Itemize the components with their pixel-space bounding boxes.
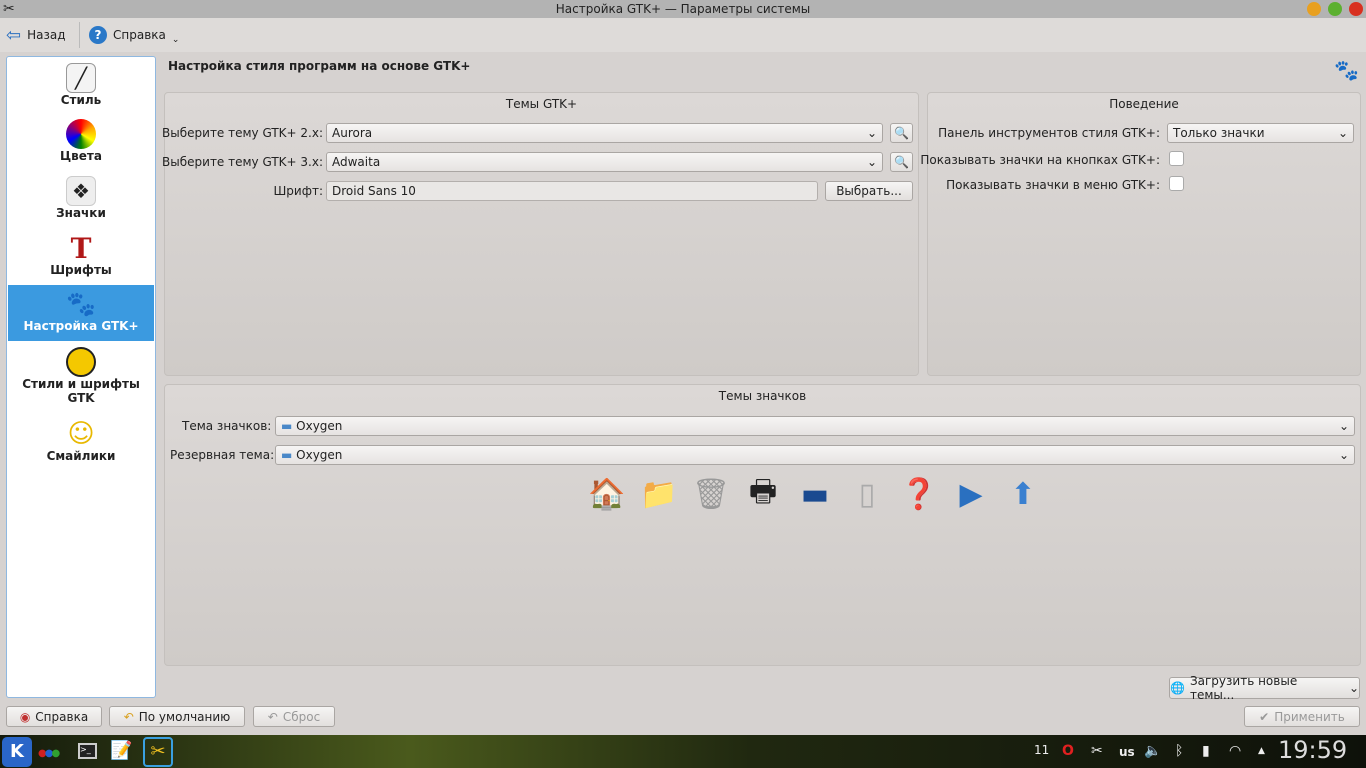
apply-button[interactable]: ✔ Применить [1244,706,1360,727]
gtk3-label: Выберите тему GTK+ 3.x: [162,155,323,169]
chevron-down-icon: ⌄ [866,126,877,140]
download-themes-button[interactable]: 🌐 Загрузить новые темы... ⌄ [1169,674,1360,702]
app-icon: ✂ [3,1,15,17]
text-editor-icon[interactable]: 📝 [110,740,132,761]
updates-icon[interactable]: 11 [1034,743,1049,757]
button-icons-checkbox[interactable] [1169,151,1184,166]
close-button[interactable] [1349,2,1363,16]
chevron-down-icon: ⌄ [1337,126,1348,140]
help-button[interactable]: ◉ Справка [6,706,102,727]
terminal-icon[interactable]: >_ [78,743,97,759]
folder-icon: ▬ [281,448,297,462]
icons-icon: ❖ [66,176,96,206]
trash-icon: 🗑 [691,476,731,512]
title-bar: ✂ Настройка GTK+ — Параметры системы [0,0,1366,18]
chevron-down-icon: ⌄ [866,155,877,169]
globe-icon: 🌐 [1170,681,1185,695]
font-label: Шрифт: [273,184,323,198]
taskbar: K ●●● >_ 📝 ✂ 11 O ✂ us 🔈 ᛒ ▮ ◠ ▲ 19:59 [0,735,1366,768]
gtk2-label: Выберите тему GTK+ 2.x: [162,126,323,140]
menu-icons-checkbox[interactable] [1169,176,1184,191]
help-icon: ◉ [19,709,31,724]
up-arrow-icon: ⬆ [1010,476,1036,512]
gtk-themes-group: Темы GTK+ Выберите тему GTK+ 2.x: Aurora… [162,92,919,376]
chevron-down-icon: ⌄ [1348,681,1359,695]
window-title: Настройка GTK+ — Параметры системы [555,2,811,16]
chevron-down-icon: ⌄ [1338,419,1349,433]
help-icon: ❓ [900,476,938,512]
kde-menu-icon[interactable]: K [2,737,32,767]
back-button[interactable]: ⇦ Назад [6,24,66,46]
maximize-button[interactable] [1328,2,1342,16]
gtk3-preview-button[interactable]: 🔍 [890,152,913,172]
toolbar-style-select[interactable]: Только значки ⌄ [1167,123,1354,143]
sidebar-item-style[interactable]: ╱ Стиль [8,63,154,107]
sidebar-item-gtk-styles[interactable]: Стили и шрифты GTK [8,347,154,405]
clock[interactable]: 19:59 [1278,736,1347,764]
volume-icon[interactable]: 🔈 [1144,743,1161,759]
help-menu-button[interactable]: ? Справка ⌄ [89,24,179,46]
undo-icon: ↶ [123,709,134,724]
computer-icon: ▯ [858,476,876,512]
smiley-icon: ☺ [67,419,95,449]
back-arrow-icon: ⇦ [6,24,22,46]
klipper-scissors-icon[interactable]: ✂ [1091,743,1103,759]
opera-icon[interactable]: O [1062,743,1074,759]
sidebar: ╱ Стиль Цвета ❖ Значки T Шрифты 🐾 Настройка … [6,56,156,698]
reset-icon: ↶ [267,709,278,724]
sidebar-item-icons[interactable]: ❖ Значки [8,176,154,220]
fallback-theme-label: Резервная тема: [170,448,275,462]
magnifier-icon: 🔍 [894,126,909,140]
minimize-button[interactable] [1307,2,1321,16]
wifi-icon[interactable]: ◠ [1229,743,1241,759]
drive-icon: ▬ [800,476,830,512]
sidebar-item-colors[interactable]: Цвета [8,119,154,163]
folder-icon: 📁 [640,476,678,512]
behavior-group: Поведение Панель инструментов стиля GTK+… [920,92,1361,376]
sidebar-item-smileys[interactable]: ☺ Смайлики [8,419,154,463]
gtk2-preview-button[interactable]: 🔍 [890,123,913,143]
style-icon: ╱ [66,63,96,93]
keyboard-layout[interactable]: us [1119,745,1135,759]
system-settings-task[interactable]: ✂ [143,737,173,767]
button-icons-label: Показывать значки на кнопках GTK+: [920,153,1160,167]
fonts-icon: T [70,231,92,265]
toolbar: ⇦ Назад ? Справка ⌄ [0,18,1366,52]
gtk3-theme-select[interactable]: Adwaita ⌄ [326,152,883,172]
defaults-button[interactable]: ↶ По умолчанию [109,706,245,727]
gtk-logo-icon: 🐾 [1334,58,1359,82]
menu-icons-label: Показывать значки в меню GTK+: [946,178,1160,192]
font-field[interactable]: Droid Sans 10 [326,181,818,201]
media-play-icon: ▶ [959,476,983,512]
bluetooth-icon[interactable]: ᛒ [1175,743,1183,759]
sidebar-item-gtk[interactable]: 🐾 Настройка GTK+ [8,285,154,341]
reset-button[interactable]: ↶ Сброс [253,706,335,727]
icon-themes-group: Темы значков Тема значков: ▬ Oxygen ⌄ Рез… [164,384,1361,666]
activities-icon[interactable]: ●●● [38,748,60,759]
folder-icon: ▬ [281,419,297,433]
fallback-theme-select[interactable]: ▬ Oxygen ⌄ [275,445,1355,465]
tray-expand-icon[interactable]: ▲ [1258,746,1265,756]
home-folder-icon: 🏠 [588,476,626,512]
gtk-styles-icon [66,347,96,377]
colors-icon [66,119,96,149]
gtk2-theme-select[interactable]: Aurora ⌄ [326,123,883,143]
chevron-down-icon: ⌄ [171,35,180,45]
gtk-icon: 🐾 [66,290,96,318]
help-icon: ? [89,26,107,44]
toolbar-style-label: Панель инструментов стиля GTK+: [938,126,1160,140]
magnifier-icon: 🔍 [894,155,909,169]
checkmark-icon: ✔ [1259,709,1270,724]
printer-icon: 🖶 [748,473,778,509]
choose-font-button[interactable]: Выбрать... [825,181,913,201]
chevron-down-icon: ⌄ [1338,448,1349,462]
icon-theme-label: Тема значков: [182,419,272,433]
separator [79,22,80,48]
battery-icon[interactable]: ▮ [1202,743,1210,759]
icon-theme-select[interactable]: ▬ Oxygen ⌄ [275,416,1355,436]
page-title: Настройка стиля программ на основе GTK+ [168,59,471,73]
sidebar-item-fonts[interactable]: T Шрифты [8,231,154,278]
